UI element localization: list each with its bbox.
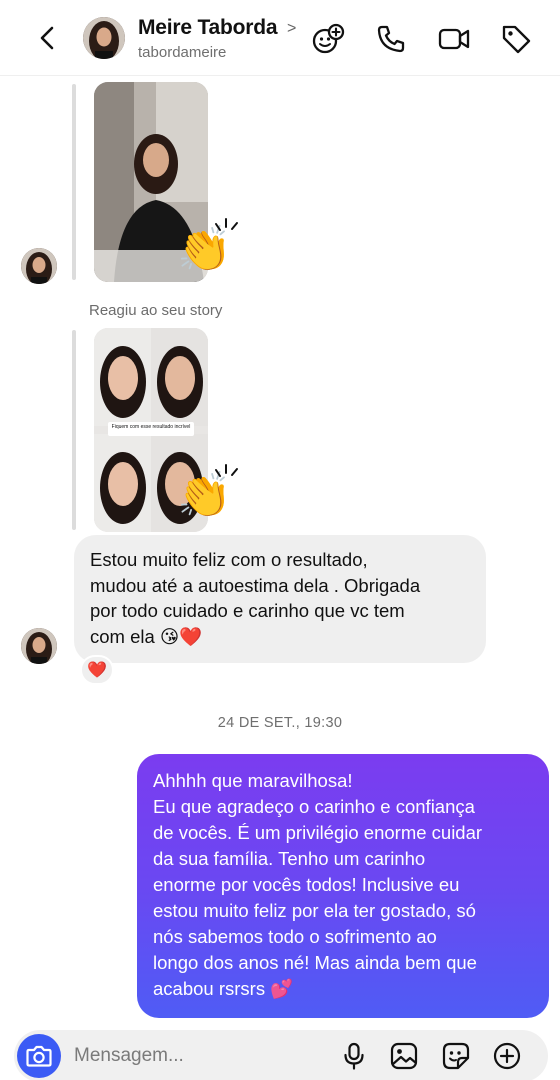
reply-indicator-line	[72, 84, 76, 280]
outgoing-message-text: Ahhhh que maravilhosa! Eu que agradeço o…	[153, 770, 483, 999]
incoming-message-text: Estou muito feliz com o resultado, mudou…	[90, 549, 421, 647]
clap-sparks-icon	[215, 218, 238, 231]
chat-header: Meire Taborda > tabordameire	[0, 0, 560, 76]
incoming-message-bubble[interactable]: Estou muito feliz com o resultado, mudou…	[74, 535, 486, 663]
sticker-icon[interactable]	[441, 1041, 471, 1071]
reply-indicator-line	[72, 330, 76, 530]
chevron-right-icon[interactable]: >	[287, 20, 296, 38]
contact-name[interactable]: Meire Taborda	[138, 16, 278, 40]
story-reply-label: Reagiu ao seu story	[89, 302, 223, 319]
add-friend-icon[interactable]	[311, 22, 345, 56]
back-icon[interactable]	[34, 24, 62, 52]
message-composer	[14, 1030, 548, 1080]
plus-icon[interactable]	[492, 1041, 522, 1071]
clap-sparks-icon	[215, 464, 238, 477]
phone-icon[interactable]	[374, 22, 408, 56]
sender-avatar[interactable]	[21, 628, 57, 664]
camera-button[interactable]	[17, 1034, 61, 1078]
tag-icon[interactable]	[499, 22, 533, 56]
heart-reaction-badge[interactable]: ❤️	[80, 655, 114, 685]
camera-icon	[26, 1045, 52, 1067]
video-icon[interactable]	[437, 22, 471, 56]
sender-avatar[interactable]	[21, 248, 57, 284]
message-input[interactable]	[74, 1042, 334, 1070]
outgoing-message-bubble[interactable]: Ahhhh que maravilhosa! Eu que agradeço o…	[137, 754, 549, 1018]
message-timestamp: 24 DE SET., 19:30	[217, 715, 343, 731]
microphone-icon[interactable]	[339, 1041, 369, 1071]
profile-avatar[interactable]	[83, 17, 125, 59]
story-overlay-caption: Fiquem com esse resultado incrível	[111, 424, 191, 430]
gallery-icon[interactable]	[389, 1041, 419, 1071]
contact-username[interactable]: tabordameire	[138, 44, 226, 61]
